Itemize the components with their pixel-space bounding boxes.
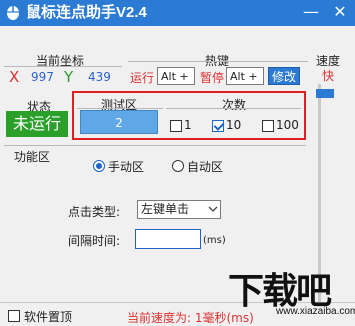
- count-100-label: 100: [276, 118, 299, 132]
- interval-unit: (ms): [203, 235, 226, 246]
- y-label: Y: [64, 68, 74, 86]
- count-100-checkbox[interactable]: [262, 120, 274, 132]
- click-type-label: 点击类型:: [68, 205, 121, 219]
- test-area-button[interactable]: 2: [80, 110, 158, 134]
- x-label: X: [9, 68, 20, 86]
- x-value: 997: [31, 70, 54, 84]
- pin-window-label: 软件置顶: [24, 310, 73, 324]
- hotkeys-divider: [128, 61, 308, 62]
- title-bar: 鼠标连点助手V2.4 — ✕: [0, 0, 355, 26]
- auto-radio[interactable]: [172, 160, 184, 172]
- pause-hotkey-label: 暂停: [200, 71, 225, 85]
- count-divider: [166, 108, 301, 109]
- speed-slider-thumb[interactable]: [316, 89, 334, 98]
- count-title: 次数: [222, 98, 247, 112]
- manual-radio-label: 手动区: [108, 160, 145, 174]
- run-hotkey-label: 运行: [130, 71, 155, 85]
- click-type-value: 左键单击: [141, 202, 190, 216]
- interval-label: 间隔时间:: [68, 234, 121, 248]
- mouse-app-icon: [7, 6, 19, 20]
- click-type-select[interactable]: 左键单击: [137, 200, 221, 219]
- test-area-divider: [77, 108, 163, 109]
- window-title: 鼠标连点助手V2.4: [26, 4, 147, 21]
- chevron-down-icon: [208, 201, 218, 224]
- function-area-top-border: [4, 145, 306, 146]
- y-value: 439: [88, 70, 111, 84]
- close-button[interactable]: ✕: [326, 0, 354, 26]
- run-hotkey-input[interactable]: Alt +: [157, 67, 195, 85]
- pause-hotkey-input[interactable]: Alt +: [226, 67, 264, 85]
- auto-radio-label: 自动区: [187, 160, 224, 174]
- watermark: 下载吧 www.xiazaiba.com: [228, 262, 355, 322]
- count-10-checkbox[interactable]: [212, 120, 224, 132]
- interval-input[interactable]: [135, 229, 201, 249]
- count-1-label: 1: [184, 118, 192, 132]
- speed-value: 快: [322, 69, 335, 83]
- minimize-button[interactable]: —: [297, 0, 325, 26]
- watermark-url: www.xiazaiba.com: [276, 306, 355, 317]
- count-10-label: 10: [226, 118, 242, 132]
- pin-window-checkbox[interactable]: [8, 310, 20, 322]
- coords-divider: [4, 66, 122, 67]
- manual-radio[interactable]: [93, 160, 105, 172]
- function-area-title: 功能区: [14, 150, 51, 164]
- status-badge: 未运行: [6, 111, 68, 137]
- modify-hotkey-button[interactable]: 修改: [268, 67, 300, 85]
- count-1-checkbox[interactable]: [170, 120, 182, 132]
